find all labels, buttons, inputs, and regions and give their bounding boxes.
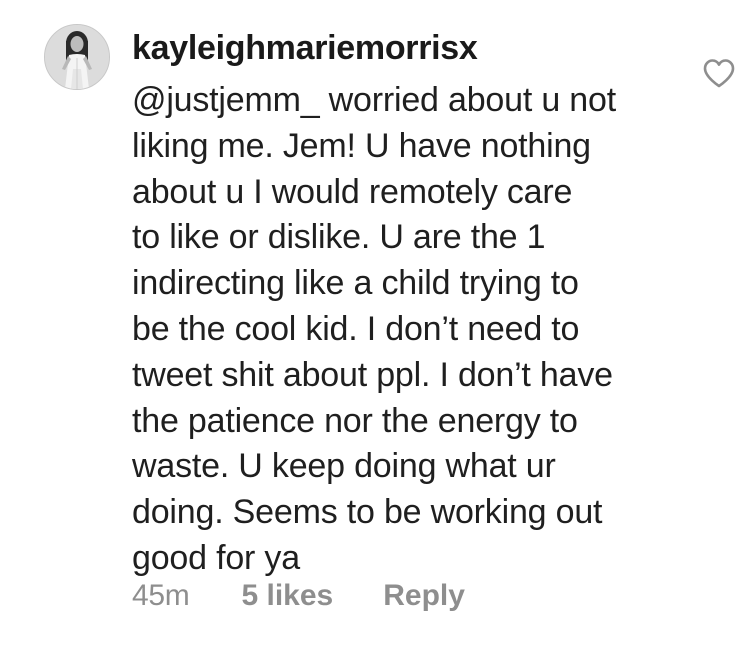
comment-timestamp: 45m	[132, 579, 190, 612]
comment-text-line: tweet shit about ppl. I don’t have	[132, 355, 613, 394]
heart-outline-icon[interactable]	[702, 58, 736, 88]
comment-text-line: doing. Seems to be working out	[132, 493, 603, 532]
avatar-image	[45, 25, 109, 89]
comment-text-line: be the cool kid. I don’t need to	[132, 309, 580, 348]
comment-meta: 45m 5 likes Reply	[132, 576, 465, 616]
comment-text-line: liking me. Jem! U have nothing	[132, 126, 591, 165]
comment-text-line: waste. U keep doing what ur	[132, 447, 556, 486]
avatar[interactable]	[44, 24, 110, 90]
likes-count-button[interactable]: 5 likes	[241, 579, 333, 613]
comment-item: kayleighmariemorrisx @justjemm_ worried …	[0, 0, 750, 654]
comment-text-line: @justjemm_ worried about u not	[132, 81, 616, 119]
comment-text: @justjemm_ worried about u not liking me…	[132, 78, 692, 582]
comment-text-line: the patience nor the energy to	[132, 401, 578, 440]
comment-text-line: about u I would remotely care	[132, 172, 573, 211]
username[interactable]: kayleighmariemorrisx	[132, 28, 478, 68]
comment-text-line: good for ya	[132, 538, 300, 577]
reply-button[interactable]: Reply	[383, 579, 465, 613]
comment-text-line: to like or dislike. U are the 1	[132, 218, 546, 257]
comment-text-line: indirecting like a child trying to	[132, 264, 579, 303]
